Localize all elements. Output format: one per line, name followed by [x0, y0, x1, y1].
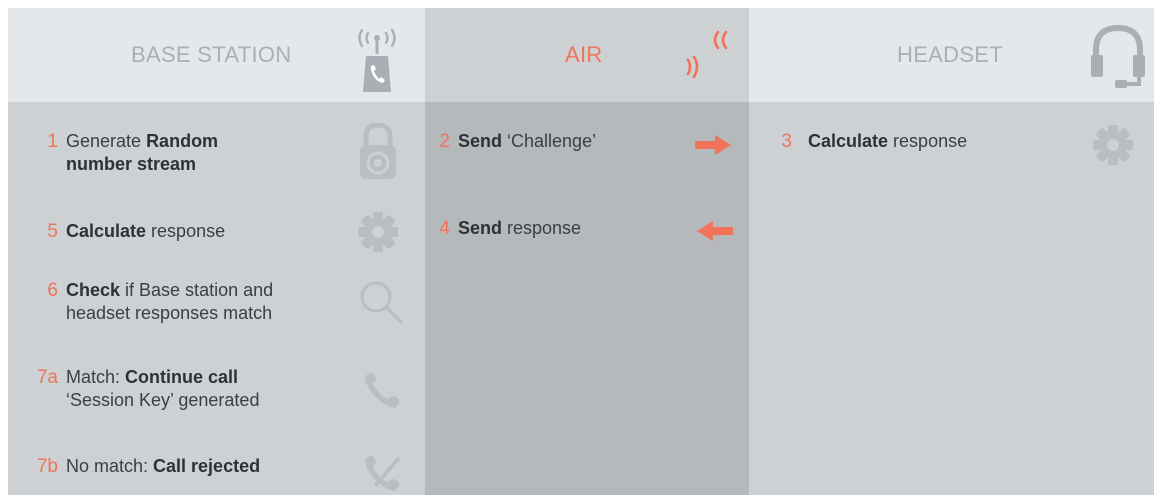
step-number: 3 [781, 131, 792, 152]
step-number: 5 [47, 221, 58, 242]
step-number: 1 [47, 131, 58, 152]
base-step-5: 5 Calculate response [8, 220, 308, 246]
air-step-4: 4 Send response [425, 217, 665, 243]
step-number: 7b [36, 456, 58, 477]
step-text: No match: Call rejected [66, 456, 261, 476]
arrow-right-icon [695, 135, 731, 155]
base-step-6: 6 Check if Base station and headset resp… [8, 279, 308, 329]
headset-title: HEADSET [897, 42, 1004, 67]
air-column: AIR 2 Send ‘Challenge’ 4 Send response [425, 8, 749, 495]
base-step-1: 1 Generate Random number stream [8, 130, 308, 180]
step-text: Check if Base station and headset respon… [66, 280, 274, 323]
base-step-7a: 7a Match: Continue call ‘Session Key’ ge… [8, 366, 308, 416]
base-step-7b: 7b No match: Call rejected [8, 455, 308, 481]
gear-icon [358, 212, 398, 252]
gear-icon [1093, 125, 1133, 165]
base-station-column: BASE STATION 1 Generate Random number st… [8, 8, 425, 495]
padlock-icon [360, 123, 396, 179]
air-title: AIR [565, 42, 603, 67]
air-body: 2 Send ‘Challenge’ 4 Send response [425, 102, 749, 495]
step-number: 2 [439, 131, 450, 152]
step-number: 7a [36, 367, 58, 388]
step-text: Generate Random number stream [66, 131, 219, 174]
step-text: Match: Continue call ‘Session Key’ gener… [66, 367, 260, 410]
step-text: Send response [458, 218, 582, 238]
step-text: Calculate response [808, 131, 968, 151]
headset-column: HEADSET 3 Calculate response [749, 8, 1154, 495]
step-text: Send ‘Challenge’ [458, 131, 597, 151]
air-header: AIR [425, 8, 749, 102]
headset-body: 3 Calculate response [749, 102, 1154, 495]
step-number: 6 [47, 280, 58, 301]
authentication-diagram: BASE STATION 1 Generate Random number st… [8, 8, 1154, 495]
magnifier-icon [360, 281, 403, 324]
phone-handset-icon [365, 373, 400, 408]
radio-waves-icon [686, 30, 728, 79]
base-station-title: BASE STATION [131, 42, 292, 67]
arrow-left-icon [697, 221, 733, 241]
step-text: Calculate response [66, 221, 226, 241]
headset-step-3: 3 Calculate response [749, 130, 1029, 156]
phone-tower-icon [358, 28, 396, 92]
base-station-header: BASE STATION [8, 8, 425, 102]
air-step-2: 2 Send ‘Challenge’ [425, 130, 665, 156]
phone-rejected-icon [365, 456, 400, 491]
step-number: 4 [439, 218, 450, 239]
base-station-body: 1 Generate Random number stream 5 Calcul… [8, 102, 425, 495]
headset-header: HEADSET [749, 8, 1154, 102]
headset-icon [1091, 24, 1145, 88]
